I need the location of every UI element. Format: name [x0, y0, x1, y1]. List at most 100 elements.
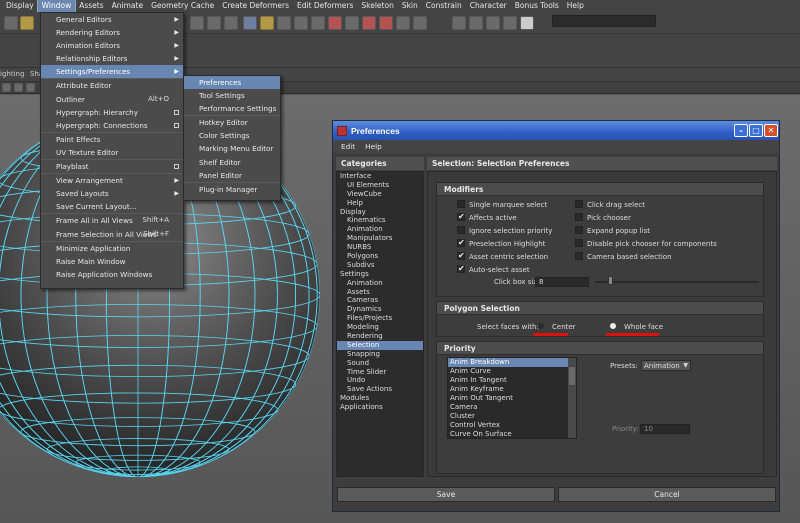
submenu-preferences[interactable]: Preferences [184, 76, 280, 90]
submenu-performance-settings[interactable]: Performance Settings [184, 102, 280, 115]
category-display[interactable]: Display [337, 208, 423, 217]
panel-tool-3-icon[interactable] [26, 83, 35, 92]
checkbox-box[interactable] [457, 251, 465, 260]
menubar-create-deformers[interactable]: Create Deformers [218, 0, 293, 12]
category-animation[interactable]: Animation [337, 279, 423, 288]
category-help[interactable]: Help [337, 199, 423, 208]
checkbox-expand-popup-list[interactable]: Expand popup list [575, 226, 650, 236]
window-menu-playblast[interactable]: Playblast [41, 160, 183, 173]
checkbox-box[interactable] [457, 238, 465, 247]
menubar-character[interactable]: Character [466, 0, 511, 12]
checkbox-box[interactable] [575, 252, 583, 260]
priority-item-control-vertex[interactable]: Control Vertex [448, 421, 576, 430]
priority-list[interactable]: Anim Breakdown Anim Curve Anim In Tangent A… [447, 357, 577, 439]
presets-dropdown[interactable]: Animation ▼ [641, 360, 691, 371]
category-cameras[interactable]: Cameras [337, 296, 423, 305]
submenu-color-settings[interactable]: Color Settings [184, 129, 280, 142]
joints-icon[interactable] [277, 16, 291, 30]
checkbox-ignore-selection-priority[interactable]: Ignore selection priority [457, 226, 552, 236]
deformations-icon[interactable] [328, 16, 342, 30]
select-hierarchy-icon[interactable] [190, 16, 204, 30]
menubar-help[interactable]: Help [563, 0, 588, 12]
window-menu-minimize-application[interactable]: Minimize Application [41, 242, 183, 255]
checkbox-click-drag-select[interactable]: Click drag select [575, 200, 645, 210]
window-menu-view-arrangement[interactable]: View Arrangement ▶ [41, 174, 183, 187]
checkbox-auto-select-asset[interactable]: Auto-select asset [457, 264, 530, 275]
render-settings-icon[interactable] [503, 16, 517, 30]
maximize-icon[interactable]: □ [749, 124, 763, 137]
category-snapping[interactable]: Snapping [337, 350, 423, 359]
priority-item-camera[interactable]: Camera [448, 403, 576, 412]
snap-curve-icon[interactable] [379, 16, 393, 30]
window-menu-uv-texture-editor[interactable]: UV Texture Editor [41, 146, 183, 159]
new-scene-icon[interactable] [4, 16, 18, 30]
checkbox-disable-pick-chooser-for-components[interactable]: Disable pick chooser for components [575, 239, 717, 249]
window-menu-relationship-editors[interactable]: Relationship Editors ▶ [41, 52, 183, 65]
category-manipulators[interactable]: Manipulators [337, 234, 423, 243]
panel-tool-2-icon[interactable] [14, 83, 23, 92]
checkbox-box[interactable] [457, 264, 465, 273]
quick-select-field[interactable] [552, 15, 656, 27]
click-box-slider-handle[interactable] [608, 276, 614, 285]
open-scene-icon[interactable] [20, 16, 34, 30]
surfaces-icon[interactable] [311, 16, 325, 30]
mask-icon[interactable] [243, 16, 257, 30]
window-menu-frame-selection-in-all-views[interactable]: Frame Selection in All Views Shift+F [41, 228, 183, 241]
window-menu-paint-effects[interactable]: Paint Effects [41, 133, 183, 146]
window-menu-raise-main-window[interactable]: Raise Main Window [41, 255, 183, 268]
category-time-slider[interactable]: Time Slider [337, 368, 423, 377]
category-settings[interactable]: Settings [337, 270, 423, 279]
priority-item-anim-breakdown[interactable]: Anim Breakdown [448, 358, 576, 367]
priority-scrollbar[interactable] [568, 358, 576, 438]
checkbox-camera-based-selection[interactable]: Camera based selection [575, 252, 672, 262]
category-undo[interactable]: Undo [337, 376, 423, 385]
checkbox-box[interactable] [457, 226, 465, 234]
panel-tool-1-icon[interactable] [2, 83, 11, 92]
window-menu-raise-application-windows[interactable]: Raise Application Windows [41, 268, 183, 281]
checkbox-box[interactable] [457, 212, 465, 221]
option-box-icon[interactable] [174, 164, 179, 170]
cancel-button[interactable]: Cancel [558, 487, 776, 502]
checkbox-affects-active[interactable]: Affects active [457, 212, 517, 223]
submenu-plug-in-manager[interactable]: Plug-in Manager [184, 183, 280, 196]
checkbox-box[interactable] [575, 239, 583, 247]
category-modules[interactable]: Modules [337, 394, 423, 403]
option-box-icon[interactable] [174, 122, 179, 128]
render-view-icon[interactable] [452, 16, 466, 30]
category-assets[interactable]: Assets [337, 288, 423, 297]
snap-view-icon[interactable] [413, 16, 427, 30]
window-menu-outliner[interactable]: Outliner Alt+O [41, 93, 183, 106]
priority-item-cluster[interactable]: Cluster [448, 412, 576, 421]
menubar-bonus-tools[interactable]: Bonus Tools [511, 0, 563, 12]
menu-help[interactable]: Help [360, 142, 387, 151]
category-interface[interactable]: Interface [337, 172, 423, 181]
priority-field[interactable]: 10 [640, 424, 690, 434]
category-sound[interactable]: Sound [337, 359, 423, 368]
checkbox-asset-centric-selection[interactable]: Asset centric selection [457, 251, 548, 262]
dialog-titlebar[interactable]: Preferences [333, 121, 779, 140]
category-viewcube[interactable]: ViewCube [337, 190, 423, 199]
click-box-slider[interactable] [595, 281, 759, 283]
category-kinematics[interactable]: Kinematics [337, 216, 423, 225]
category-ui-elements[interactable]: UI Elements [337, 181, 423, 190]
window-menu-animation-editors[interactable]: Animation Editors ▶ [41, 39, 183, 52]
minimize-icon[interactable]: – [734, 124, 748, 137]
priority-item-curve-on-surface[interactable]: Curve On Surface [448, 430, 576, 438]
menubar-assets[interactable]: Assets [75, 0, 107, 12]
window-menu-attribute-editor[interactable]: Attribute Editor [41, 79, 183, 92]
submenu-shelf-editor[interactable]: Shelf Editor [184, 156, 280, 169]
handles-icon[interactable] [260, 16, 274, 30]
checkbox-preselection-highlight[interactable]: Preselection Highlight [457, 238, 545, 249]
category-selection[interactable]: Selection [337, 340, 423, 350]
close-icon[interactable]: ✕ [764, 124, 778, 137]
category-subdivs[interactable]: Subdivs [337, 261, 423, 270]
category-modeling[interactable]: Modeling [337, 323, 423, 332]
priority-item-anim-in-tangent[interactable]: Anim In Tangent [448, 376, 576, 385]
menubar-edit-deformers[interactable]: Edit Deformers [293, 0, 357, 12]
category-polygons[interactable]: Polygons [337, 252, 423, 261]
priority-item-anim-out-tangent[interactable]: Anim Out Tangent [448, 394, 576, 403]
category-animation[interactable]: Animation [337, 225, 423, 234]
menubar-animate[interactable]: Animate [108, 0, 147, 12]
menubar-window[interactable]: Window [36, 0, 77, 13]
checkbox-pick-chooser[interactable]: Pick chooser [575, 213, 631, 223]
